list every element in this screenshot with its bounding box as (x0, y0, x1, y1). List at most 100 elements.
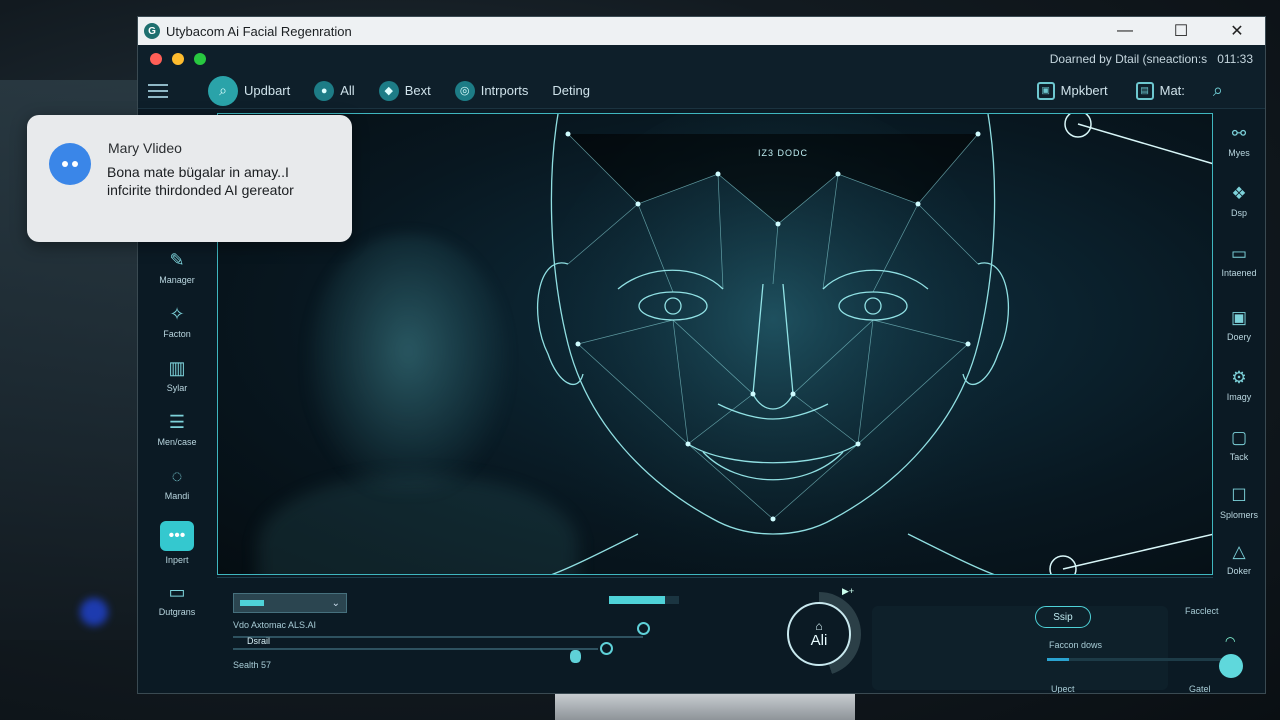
sidebar-item-splomers[interactable]: ☐ Splomers (1213, 485, 1265, 520)
menu-icon: ☰ (168, 412, 186, 432)
face-caption: IZ3 DODC (758, 148, 809, 158)
toolbar-item-mpkbert[interactable]: ▣ Mpkbert (1036, 81, 1108, 100)
skip-button[interactable]: Ssip (1035, 606, 1091, 628)
sidebar-item-sylar[interactable]: ▥ Sylar (138, 357, 216, 393)
preview-panel (872, 606, 1168, 690)
sidebar-item-manager[interactable]: ✎ Manager (138, 249, 216, 285)
display-icon: ▢ (1230, 428, 1248, 447)
search-icon: ⌕ (208, 75, 238, 106)
sidebar-item-facton[interactable]: ✧ Facton (138, 303, 216, 339)
setting-label: Dsrail (247, 636, 271, 646)
notification-body: Bona mate bügalar in amay..I infcirite t… (107, 164, 294, 198)
toolbar-item-bext[interactable]: ◆ Bext (378, 80, 431, 101)
sidebar-item-label: Men/case (157, 437, 197, 447)
sidebar-item-mencase[interactable]: ☰ Men/case (138, 411, 216, 447)
chat-avatar-icon (49, 143, 91, 185)
sidebar-item-label: Imagy (1226, 392, 1252, 402)
sidebar-item-label: Doery (1226, 332, 1251, 342)
sidebar-item-label: Sylar (166, 383, 188, 393)
zoom-dot[interactable] (194, 53, 206, 65)
status-row: Doarned by Dtail (sneaction:s 011:33 (138, 45, 1265, 73)
sidebar-item-doker[interactable]: △ Doker (1213, 541, 1265, 576)
sidebar-item-inpert[interactable]: ••• Inpert (138, 521, 216, 565)
close-dot[interactable] (150, 53, 162, 65)
settings-icon: ⚙ (1231, 368, 1247, 387)
gatel-label: Gatel (1189, 684, 1211, 694)
sidebar-item-label: Facton (163, 329, 191, 339)
sidebar-item-label: Dutgrans (158, 607, 196, 617)
ai-dial[interactable]: ⌂ Ali (777, 592, 861, 676)
sidebar-item-imagy[interactable]: ⚙ Imagy (1213, 367, 1265, 402)
slider-knob[interactable] (600, 642, 613, 655)
sidebar-item-dsp[interactable]: ❖ Dsp (1213, 183, 1265, 218)
slider-knob[interactable] (1219, 654, 1243, 678)
sidebar-item-tack[interactable]: ▢ Tack (1213, 427, 1265, 462)
slider-track[interactable] (233, 636, 643, 638)
upect-label: Upect (1051, 684, 1075, 694)
minimize-button[interactable]: — (1097, 17, 1153, 45)
monitor-icon: ▭ (1230, 244, 1248, 263)
window-title: Utybacom Ai Facial Regenration (166, 23, 352, 39)
sidebar-item-label: Manager (159, 275, 195, 285)
toolbar-item-updbart[interactable]: ⌕ Updbart (208, 75, 291, 106)
wifi-icon: ◠ (1225, 634, 1236, 648)
document-icon: ▣ (1230, 308, 1248, 327)
slider-track[interactable] (233, 648, 598, 650)
toolbar-item-mat[interactable]: ▤ Mat: (1135, 81, 1185, 100)
notification-sender: Mary Vlideo (108, 140, 182, 156)
warning-icon: △ (1232, 542, 1246, 561)
sidebar-item-label: Intaened (1221, 268, 1257, 278)
lock-icon: ▤ (1135, 81, 1154, 100)
sidebar-item-dutgrans[interactable]: ▭ Dutgrans (138, 581, 216, 617)
setting-label: Vdo Axtomac ALS.AI (233, 620, 317, 630)
ai-label: Ali (810, 631, 828, 649)
status-text: Doarned by Dtail (sneaction:s (1049, 52, 1208, 66)
toolbar-item-intrports[interactable]: ◎ Intrports (454, 80, 528, 101)
toolbar: ⌕ Updbart ● All ◆ Bext ◎ Intrports Detin… (138, 73, 1265, 109)
sidebar-item-mandi[interactable]: ◌ Mandi (138, 465, 216, 501)
setting-label: Sealth 57 (233, 660, 272, 670)
play-icon[interactable]: ▶+ (842, 586, 854, 597)
monitor-stand (555, 694, 855, 720)
slider-knob[interactable] (637, 622, 650, 635)
control-panel: ⌄ Vdo Axtomac ALS.AI Dsrail Sealth 57 ⌂ … (217, 577, 1243, 693)
toolbar-item-all[interactable]: ● All (314, 80, 355, 101)
toolbar-item-deting[interactable]: Deting (552, 83, 590, 98)
sidebar-item-myes[interactable]: ⚯ Myes (1213, 123, 1265, 158)
background-light (80, 598, 108, 626)
slider-track[interactable] (1047, 658, 1227, 661)
toolbar-label: Mat: (1159, 83, 1185, 98)
layers-icon: ▥ (168, 358, 186, 378)
maximize-button[interactable]: ☐ (1153, 17, 1209, 45)
sidebar-item-doery[interactable]: ▣ Doery (1213, 307, 1265, 342)
square-icon: ☐ (1231, 486, 1247, 505)
list-icon: ▭ (168, 582, 186, 602)
slider-knob[interactable] (570, 650, 581, 663)
slider-fill (1047, 658, 1069, 661)
chat-icon: ••• (160, 521, 194, 551)
chevron-down-icon: ⌄ (331, 597, 340, 609)
face-icon: ◌ (171, 466, 183, 486)
notification-card[interactable]: Mary Vlideo Bona mate bügalar in amay..I… (27, 115, 352, 242)
target-icon: ◎ (454, 80, 475, 101)
minimize-dot[interactable] (172, 53, 184, 65)
face-mesh (533, 114, 1212, 574)
menu-icon[interactable] (148, 83, 168, 98)
sidebar-item-label: Inpert (165, 555, 189, 565)
toolbar-label: Updbart (244, 83, 291, 98)
sidebar-item-label: Splomers (1219, 510, 1258, 520)
ai-button[interactable]: ⌂ Ali (787, 602, 851, 666)
face-viewer[interactable]: IZ3 DODC (217, 113, 1213, 575)
sidebar-item-intaened[interactable]: ▭ Intaened (1213, 243, 1265, 278)
shield-icon: ◆ (378, 80, 399, 101)
progress-bar (609, 596, 679, 604)
close-button[interactable]: ✕ (1209, 17, 1265, 45)
export-icon: ▣ (1036, 81, 1055, 100)
mode-dropdown[interactable]: ⌄ (233, 593, 347, 613)
search-icon[interactable]: ⌕ (1213, 80, 1223, 101)
people-icon: ● (314, 80, 335, 101)
sidebar-item-label: Myes (1228, 148, 1250, 158)
ai-icon: ⌂ (815, 618, 823, 633)
toolbar-label: Bext (404, 83, 431, 98)
sidebar-item-label: Doker (1226, 566, 1251, 576)
